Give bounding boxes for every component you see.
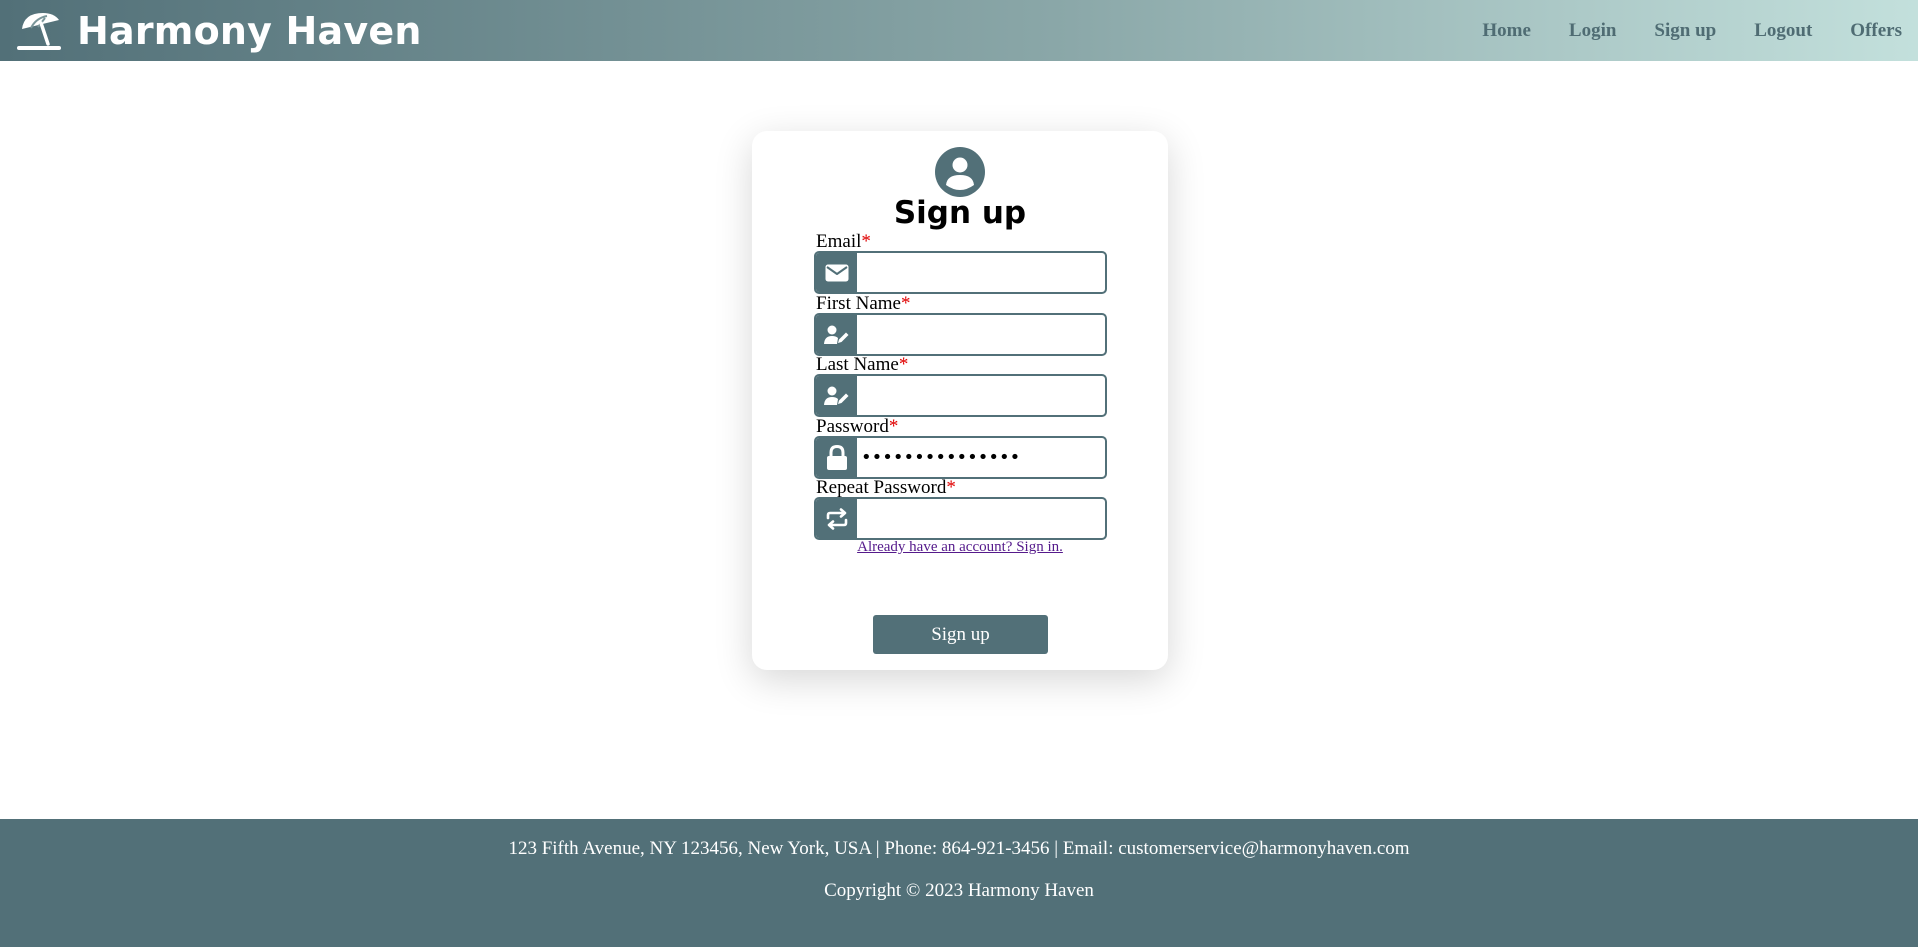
- site-header: Harmony Haven Home Login Sign up Logout …: [0, 0, 1918, 61]
- signup-card: Sign up Email* First Name* Last Name* Pa…: [752, 131, 1168, 670]
- brand[interactable]: Harmony Haven: [0, 9, 422, 53]
- nav-home-link[interactable]: Home: [1482, 20, 1531, 42]
- nav-offers-link[interactable]: Offers: [1850, 20, 1902, 42]
- repeat-password-addon: [816, 499, 857, 538]
- email-addon: [816, 253, 857, 292]
- required-marker: *: [898, 354, 909, 375]
- password-addon: [816, 438, 857, 477]
- repeat-password-label-text: Repeat Password: [816, 477, 947, 498]
- user-pen-icon: [823, 386, 848, 405]
- required-marker: *: [946, 477, 956, 498]
- form-title: Sign up: [893, 195, 1027, 231]
- nav-logout-link[interactable]: Logout: [1754, 20, 1812, 42]
- nav-login-link[interactable]: Login: [1569, 20, 1617, 42]
- email-field[interactable]: [857, 253, 1105, 292]
- last-name-label-text: Last Name: [816, 354, 899, 375]
- first-name-addon: [816, 315, 857, 354]
- first-name-label-text: First Name: [816, 293, 901, 314]
- site-footer: 123 Fifth Avenue, NY 123456, New York, U…: [0, 819, 1918, 947]
- repeat-password-label: Repeat Password*: [816, 477, 956, 499]
- footer-copyright: Copyright © 2023 Harmony Haven: [824, 880, 1094, 901]
- signin-link[interactable]: Already have an account? Sign in.: [752, 539, 1168, 556]
- password-field[interactable]: [857, 438, 1105, 477]
- required-marker: *: [861, 231, 871, 252]
- email-label: Email*: [816, 231, 871, 253]
- last-name-label: Last Name*: [816, 354, 908, 376]
- last-name-field[interactable]: [857, 376, 1105, 415]
- user-circle-icon: [935, 147, 985, 197]
- email-input-group: [814, 251, 1107, 294]
- required-marker: *: [888, 416, 899, 437]
- envelope-icon: [825, 264, 848, 281]
- first-name-field[interactable]: [857, 315, 1105, 354]
- password-label: Password*: [816, 416, 898, 438]
- password-label-text: Password: [816, 416, 889, 437]
- repeat-password-field[interactable]: [857, 499, 1105, 538]
- footer-contact: 123 Fifth Avenue, NY 123456, New York, U…: [508, 838, 1410, 859]
- signup-submit-button[interactable]: Sign up: [873, 615, 1048, 654]
- repeat-icon: [826, 507, 847, 530]
- brand-name[interactable]: Harmony Haven: [77, 9, 422, 53]
- email-label-text: Email: [816, 231, 862, 252]
- beach-umbrella-icon: [17, 12, 61, 50]
- last-name-addon: [816, 376, 857, 415]
- lock-icon: [826, 444, 847, 470]
- main-nav: Home Login Sign up Logout Offers: [1482, 20, 1918, 42]
- password-input-group: [814, 436, 1107, 479]
- required-marker: *: [900, 293, 911, 314]
- first-name-label: First Name*: [816, 293, 910, 315]
- repeat-password-input-group: [814, 497, 1107, 540]
- last-name-input-group: [814, 374, 1107, 417]
- nav-signup-link[interactable]: Sign up: [1654, 20, 1716, 42]
- user-pen-icon: [823, 325, 848, 344]
- first-name-input-group: [814, 313, 1107, 356]
